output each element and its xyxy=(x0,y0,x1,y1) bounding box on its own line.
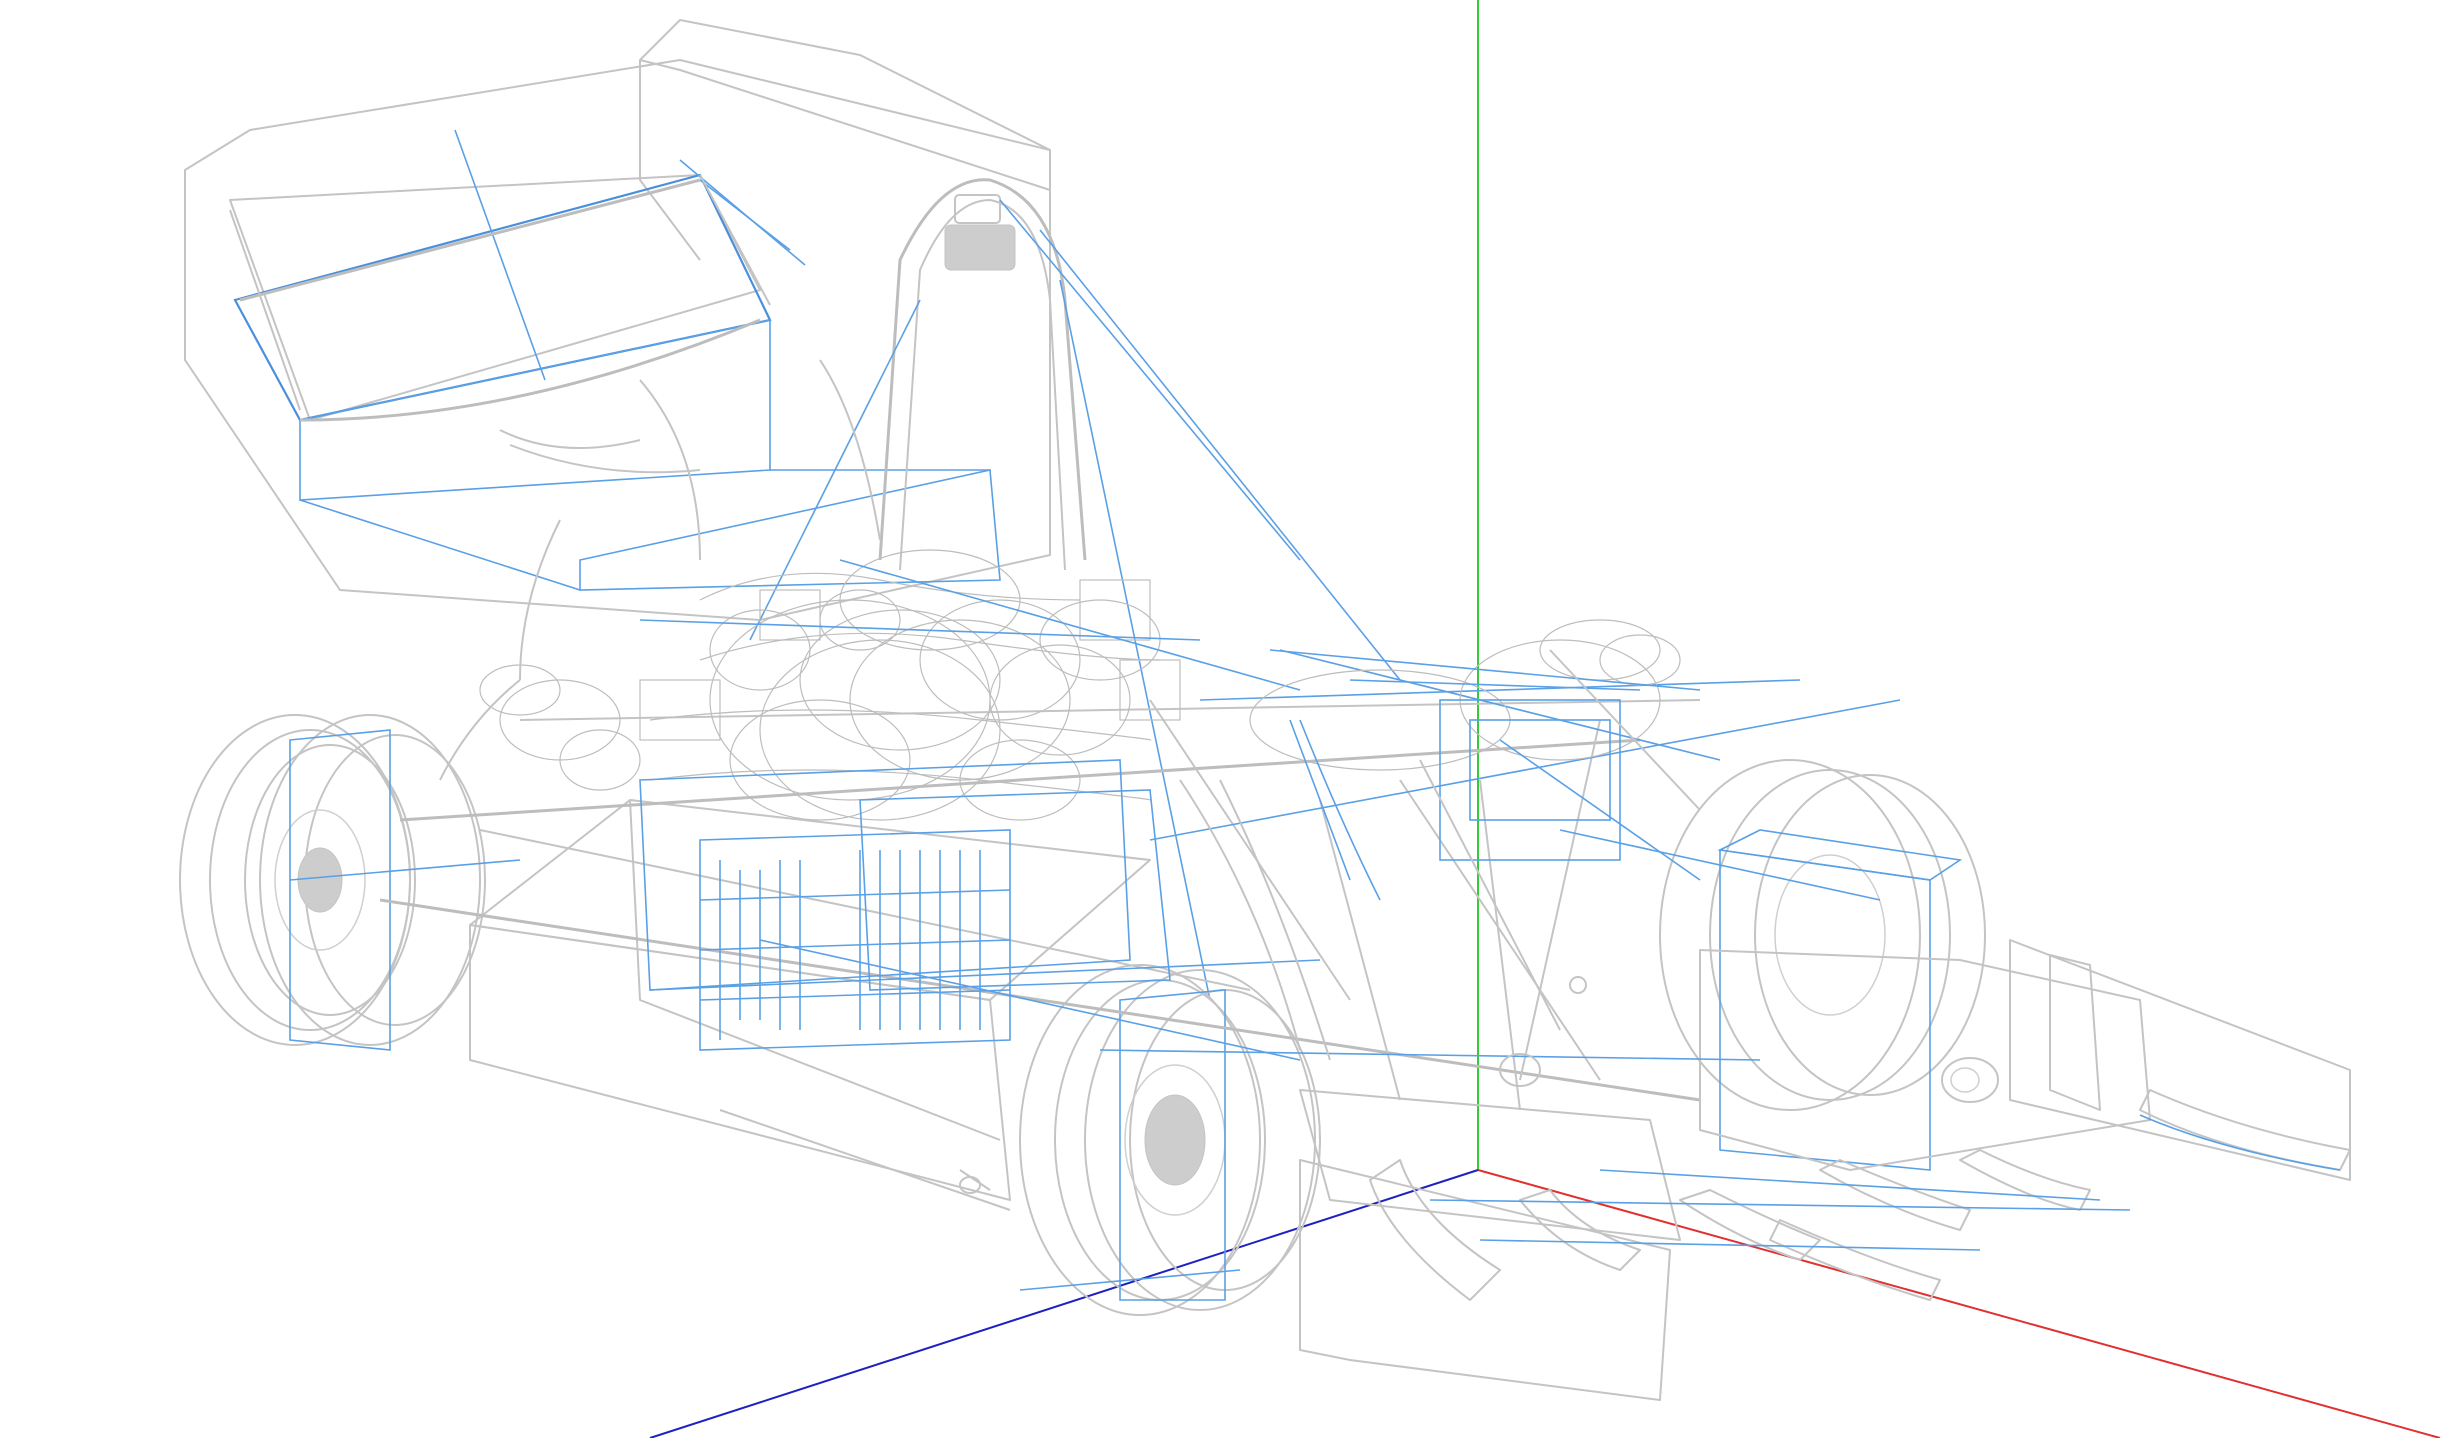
main-roll-hoop[interactable] xyxy=(749,178,1401,1001)
rear-wing[interactable] xyxy=(184,19,1051,621)
front-wheel-center[interactable] xyxy=(1019,964,1321,1316)
z-axis-line xyxy=(649,1169,1479,1438)
chassis-frame[interactable] xyxy=(379,699,2151,1401)
front-suspension[interactable] xyxy=(1249,619,1881,1087)
x-axis-line xyxy=(1477,1169,2441,1438)
axis-lines xyxy=(649,0,2441,1438)
front-wing[interactable] xyxy=(1369,939,2351,1301)
wireframe-scene[interactable] xyxy=(0,0,2452,1438)
front-wheel-right[interactable] xyxy=(1659,759,1986,1171)
3d-viewport[interactable] xyxy=(0,0,2452,1438)
